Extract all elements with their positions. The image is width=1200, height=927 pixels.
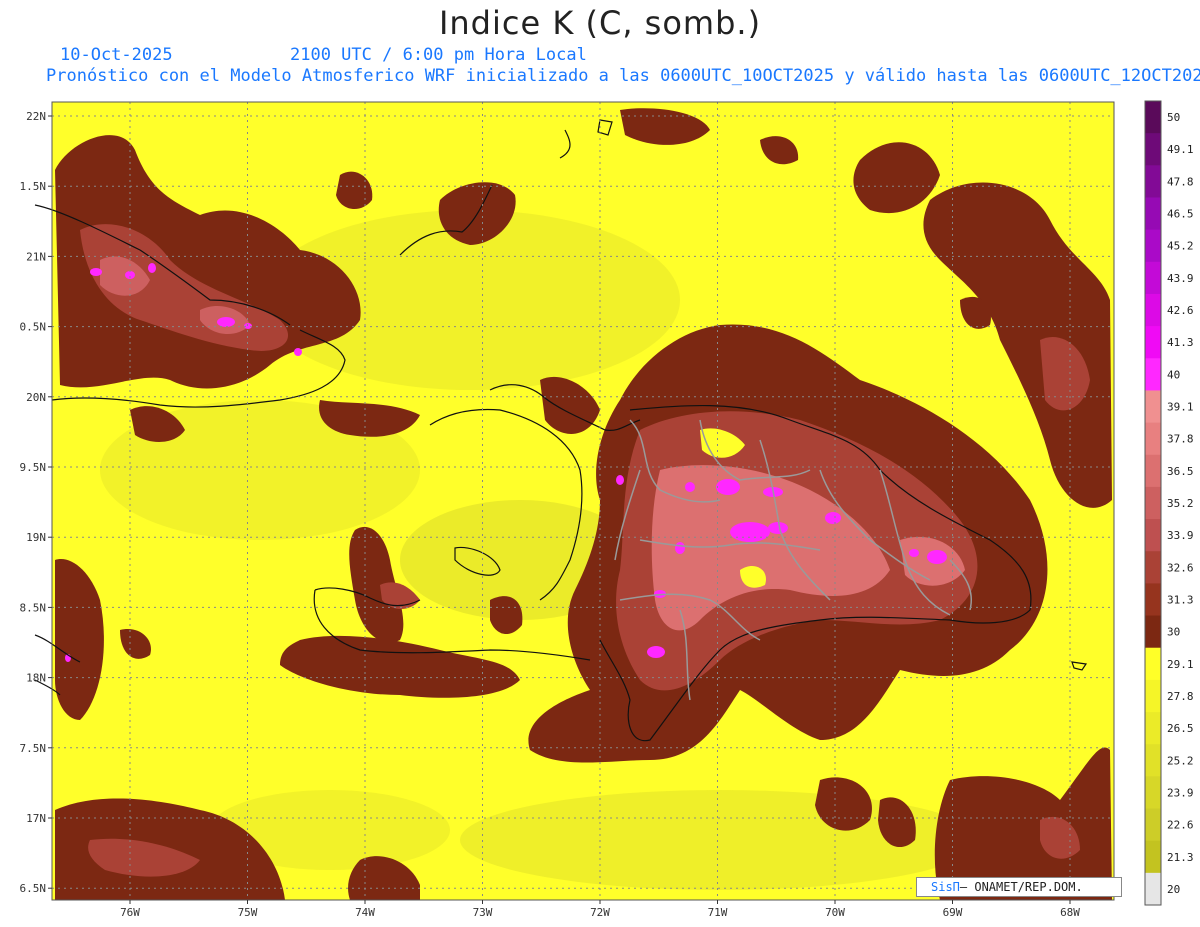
colorbar-label: 33.9 xyxy=(1167,529,1194,542)
colorbar-swatch xyxy=(1145,454,1161,488)
colorbar-label: 30 xyxy=(1167,626,1180,639)
colorbar-label: 39.1 xyxy=(1167,401,1194,414)
colorbar-swatch xyxy=(1145,872,1161,906)
lat-tick-label: 19N xyxy=(26,531,46,544)
lon-tick-label: 69W xyxy=(943,906,963,919)
colorbar-swatch xyxy=(1145,551,1161,584)
colorbar-swatch xyxy=(1145,422,1161,456)
colorbar-swatch xyxy=(1145,840,1161,874)
colorbar-label: 42.6 xyxy=(1167,304,1194,317)
lat-tick-label: 6.5N xyxy=(20,882,47,895)
colorbar-swatch xyxy=(1145,808,1161,842)
colorbar-label: 46.5 xyxy=(1167,208,1194,221)
lat-tick-label: 20N xyxy=(26,391,46,404)
colorbar-swatch xyxy=(1145,679,1161,713)
colorbar-label: 31.3 xyxy=(1167,593,1194,606)
colorbar-swatch xyxy=(1145,229,1161,263)
credit-box: SisΠ– ONAMET/REP.DOM. xyxy=(916,877,1122,897)
colorbar-label: 47.8 xyxy=(1167,175,1194,188)
lat-tick-label: 21N xyxy=(26,250,46,263)
colorbar-label: 49.1 xyxy=(1167,143,1194,156)
colorbar-label: 40 xyxy=(1167,368,1180,381)
credit-brand: SisΠ xyxy=(931,880,960,894)
colorbar-swatch xyxy=(1145,101,1161,134)
colorbar-swatch xyxy=(1145,165,1161,198)
colorbar-swatch xyxy=(1145,326,1161,359)
lon-tick-label: 71W xyxy=(708,906,728,919)
colorbar-swatch xyxy=(1145,261,1161,295)
colorbar-swatch xyxy=(1145,486,1161,520)
lon-tick-label: 68W xyxy=(1060,906,1080,919)
colorbar-label: 23.9 xyxy=(1167,786,1194,799)
colorbar-swatch xyxy=(1145,133,1161,166)
lon-tick-label: 73W xyxy=(473,906,493,919)
lon-tick-label: 75W xyxy=(238,906,258,919)
colorbar-label: 45.2 xyxy=(1167,240,1194,253)
colorbar-label: 25.2 xyxy=(1167,754,1194,767)
colorbar-swatch xyxy=(1145,744,1161,777)
longitude-axis: 76W 75W 74W 73W 72W 71W 70W 69W 68W xyxy=(120,900,1080,919)
colorbar: 50 49.1 47.8 46.5 45.2 43.9 42.6 41.3 40 39.1 37.8… xyxy=(1144,100,1194,906)
colorbar-label: 26.5 xyxy=(1167,722,1194,735)
lon-tick-label: 72W xyxy=(590,906,610,919)
lon-tick-label: 74W xyxy=(355,906,375,919)
colorbar-label: 27.8 xyxy=(1167,690,1194,703)
lat-tick-label: 17N xyxy=(26,812,46,825)
lat-tick-label: 9.5N xyxy=(20,461,47,474)
colorbar-label: 36.5 xyxy=(1167,465,1194,478)
colorbar-swatch xyxy=(1145,615,1161,649)
lat-tick-label: 18N xyxy=(26,672,46,685)
colorbar-swatch xyxy=(1145,712,1161,745)
colorbar-label: 22.6 xyxy=(1167,819,1194,832)
colorbar-label: 43.9 xyxy=(1167,272,1194,285)
colorbar-label: 32.6 xyxy=(1167,561,1194,574)
lat-tick-label: 22N xyxy=(26,110,46,123)
colorbar-swatch xyxy=(1145,519,1161,552)
colorbar-swatch xyxy=(1145,197,1161,231)
latitude-axis: 22N 1.5N 21N 0.5N 20N 9.5N 19N 8.5N 18N 7.5N 17N 6.… xyxy=(20,110,52,895)
colorbar-label: 50 xyxy=(1167,111,1180,124)
colorbar-label: 21.3 xyxy=(1167,851,1194,864)
lat-tick-label: 8.5N xyxy=(20,601,47,614)
colorbar-swatch xyxy=(1145,776,1161,810)
colorbar-swatch xyxy=(1145,390,1161,424)
lon-tick-label: 70W xyxy=(825,906,845,919)
credit-text: – ONAMET/REP.DOM. xyxy=(959,880,1083,894)
colorbar-swatch xyxy=(1145,583,1161,617)
colorbar-label: 35.2 xyxy=(1167,497,1194,510)
colorbar-label: 37.8 xyxy=(1167,433,1194,446)
lat-tick-label: 0.5N xyxy=(20,321,47,334)
colorbar-label: 41.3 xyxy=(1167,336,1194,349)
colorbar-swatch xyxy=(1145,293,1161,327)
colorbar-swatch xyxy=(1145,358,1161,391)
lon-tick-label: 76W xyxy=(120,906,140,919)
colorbar-label: 20 xyxy=(1167,883,1180,896)
colorbar-swatch xyxy=(1145,647,1161,681)
lat-tick-label: 7.5N xyxy=(20,742,47,755)
forecast-map: 22N 1.5N 21N 0.5N 20N 9.5N 19N 8.5N 18N 7.5N 17N 6.… xyxy=(20,100,1194,919)
colorbar-label: 29.1 xyxy=(1167,658,1194,671)
lat-tick-label: 1.5N xyxy=(20,180,47,193)
